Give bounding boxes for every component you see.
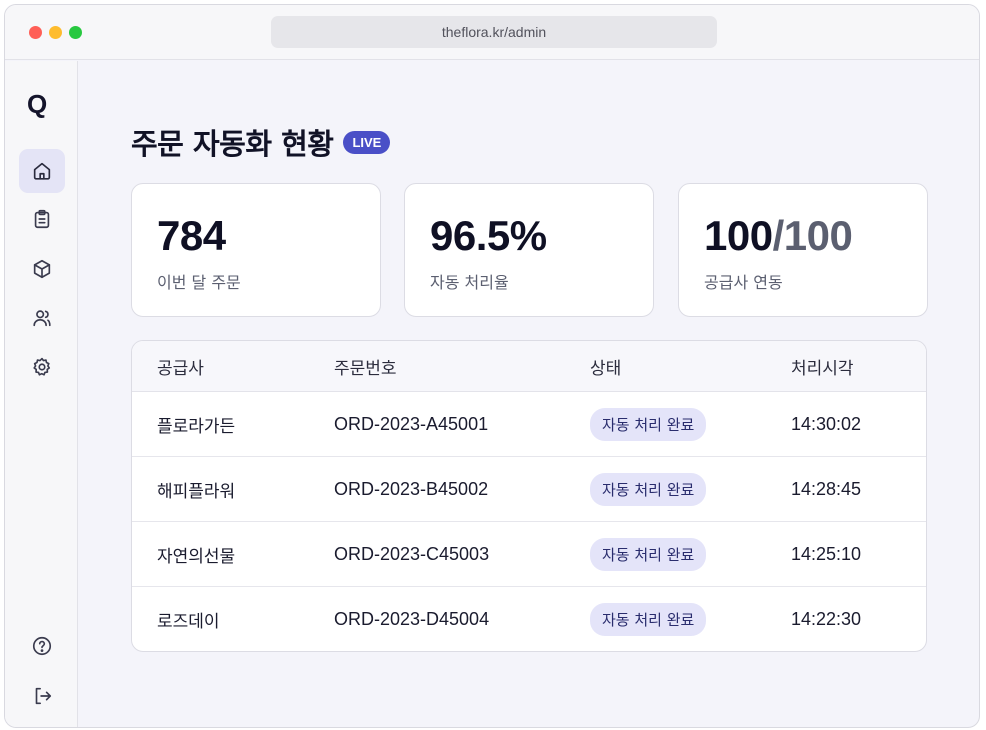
- sidebar: Q: [5, 61, 78, 727]
- stat-card-monthly-orders: 784 이번 달 주문: [131, 183, 381, 317]
- column-header-processed-time[interactable]: 처리시각: [791, 341, 854, 391]
- minimize-window-button[interactable]: [49, 26, 62, 39]
- processed-time-cell: 14:25:10: [791, 543, 862, 564]
- order-number-cell: ORD-2023-D45004: [334, 609, 490, 629]
- home-icon: [33, 162, 51, 180]
- status-cell: 자동 처리 완료: [590, 457, 707, 521]
- stat-value: 784: [157, 212, 226, 259]
- settings-icon: [33, 357, 51, 376]
- supplier-cell: 로즈데이: [157, 612, 220, 632]
- processed-time-cell: 14:30:02: [791, 413, 862, 434]
- live-badge: LIVE: [343, 130, 391, 154]
- table-row[interactable]: 자연의선물 ORD-2023-C45003 자동 처리 완료 14:25:10: [132, 522, 926, 587]
- supplier-cell: 플로라가든: [157, 416, 236, 437]
- status-badge: 자동 처리 완료: [590, 407, 707, 441]
- status-badge: 자동 처리 완료: [590, 472, 707, 506]
- package-icon: [33, 259, 51, 279]
- stat-value-main: 100: [704, 212, 773, 259]
- column-header-order-number[interactable]: 주문번호: [334, 341, 397, 391]
- status-cell: 자동 처리 완료: [590, 392, 707, 456]
- stat-card-auto-rate: 96.5% 자동 처리율: [404, 183, 654, 317]
- stat-label: 자동 처리율: [430, 273, 509, 292]
- browser-window: theflora.kr/admin Q 주문 자동화 현황 LIVE 784 이…: [4, 4, 980, 728]
- table-row[interactable]: 해피플라워 ORD-2023-B45002 자동 처리 완료 14:28:45: [132, 457, 926, 522]
- app-logo[interactable]: Q: [27, 89, 47, 120]
- column-header-supplier[interactable]: 공급사: [157, 341, 204, 391]
- stat-value: 96.5%: [430, 212, 547, 259]
- sidebar-item-home[interactable]: [19, 149, 65, 193]
- order-number-cell: ORD-2023-B45002: [334, 478, 489, 499]
- sidebar-item-products[interactable]: [19, 247, 65, 291]
- stat-card-supplier-integration: 100/100 공급사 연동: [678, 183, 928, 317]
- help-icon: [32, 636, 52, 656]
- order-number-cell: ORD-2023-A45001: [334, 413, 489, 434]
- maximize-window-button[interactable]: [69, 26, 82, 39]
- table-header: 공급사 주문번호 상태 처리시각: [132, 341, 926, 392]
- stat-label: 공급사 연동: [704, 273, 783, 292]
- sidebar-item-orders[interactable]: [19, 197, 65, 241]
- logout-icon: [35, 687, 52, 705]
- address-bar[interactable]: theflora.kr/admin: [271, 16, 717, 48]
- users-icon: [33, 310, 51, 327]
- processed-time-cell: 14:28:45: [791, 478, 862, 499]
- processed-time-cell: 14:22:30: [791, 609, 862, 629]
- page-title: 주문 자동화 현황: [131, 127, 334, 161]
- clipboard-icon: [34, 209, 50, 229]
- status-cell: 자동 처리 완료: [590, 522, 707, 586]
- orders-table: 공급사 주문번호 상태 처리시각 플로라가든 ORD-2023-A45001 자…: [131, 340, 927, 652]
- status-cell: 자동 처리 완료: [590, 587, 707, 651]
- sidebar-item-settings[interactable]: [19, 345, 65, 389]
- table-row[interactable]: 로즈데이 ORD-2023-D45004 자동 처리 완료 14:22:30: [132, 587, 926, 651]
- supplier-cell: 해피플라워: [157, 481, 236, 502]
- status-badge: 자동 처리 완료: [590, 537, 707, 571]
- supplier-cell: 자연의선물: [157, 546, 236, 567]
- close-window-button[interactable]: [29, 26, 42, 39]
- sidebar-item-logout[interactable]: [19, 674, 65, 718]
- sidebar-item-help[interactable]: [19, 624, 65, 668]
- page-header: 주문 자동화 현황 LIVE: [131, 121, 391, 163]
- stat-value: 100/100: [704, 212, 853, 260]
- status-badge: 자동 처리 완료: [590, 603, 707, 636]
- stat-label: 이번 달 주문: [157, 273, 241, 292]
- order-number-cell: ORD-2023-C45003: [334, 543, 490, 564]
- main-content: 주문 자동화 현황 LIVE 784 이번 달 주문 96.5% 자동 처리율 …: [79, 61, 979, 727]
- table-row[interactable]: 플로라가든 ORD-2023-A45001 자동 처리 완료 14:30:02: [132, 392, 926, 457]
- browser-titlebar: theflora.kr/admin: [5, 5, 979, 60]
- sidebar-item-users[interactable]: [19, 296, 65, 340]
- stat-value-total: /100: [772, 212, 853, 259]
- column-header-status[interactable]: 상태: [590, 341, 621, 391]
